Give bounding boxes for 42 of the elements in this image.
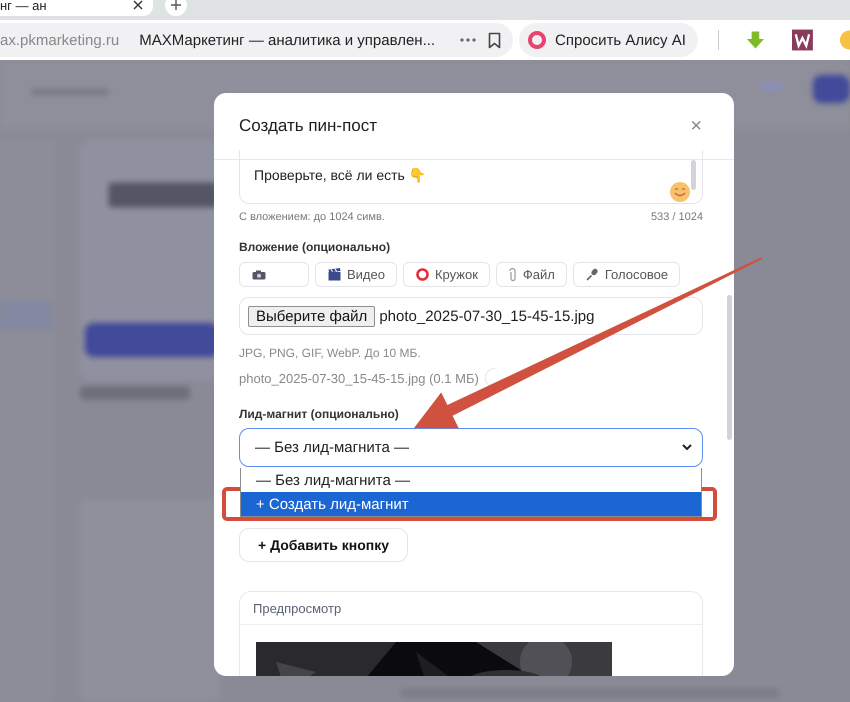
plus-icon xyxy=(171,0,181,10)
card-title: Предпросмотр xyxy=(240,592,702,625)
new-tab-button[interactable] xyxy=(165,0,187,16)
paperclip-icon xyxy=(508,268,517,282)
smiley-icon[interactable] xyxy=(670,182,690,202)
attachment-type-button[interactable]: Видео xyxy=(315,262,397,287)
attachment-type-button[interactable]: Голосовое xyxy=(572,262,680,287)
ask-alice-button[interactable]: Спросить Алису AI xyxy=(519,23,698,57)
format-hint: JPG, PNG, GIF, WebP. До 10 МБ. xyxy=(239,346,422,360)
scrollbar[interactable] xyxy=(727,295,732,440)
ring-icon xyxy=(416,268,429,281)
hint-text: С вложением: до 1024 симв. xyxy=(239,210,385,224)
more-icon[interactable] xyxy=(460,38,476,42)
url-text: ax.pkmarketing.ru xyxy=(0,32,120,48)
microphone-icon xyxy=(586,268,599,281)
chevron-down-icon xyxy=(682,444,692,451)
tab-title: нг — ан xyxy=(0,0,47,12)
close-icon[interactable] xyxy=(133,0,143,10)
file-info: photo_2025-07-30_15-45-15.jpg (0.1 МБ) xyxy=(239,370,479,386)
extension-icon[interactable] xyxy=(792,29,813,51)
message-field[interactable]: Проверьте, всё ли есть 👇 xyxy=(239,150,703,204)
camera-icon xyxy=(252,270,266,280)
message-text: Проверьте, всё ли есть 👇 xyxy=(254,167,426,183)
close-button[interactable]: × xyxy=(690,116,702,136)
dropdown-option[interactable]: + Создать лид-магнит xyxy=(241,492,701,516)
clapperboard-icon xyxy=(328,268,341,281)
address-bar[interactable]: ax.pkmarketing.ru MAXМаркетинг — аналитика и управлен... xyxy=(0,23,514,57)
choose-file-button[interactable]: Выберите файл xyxy=(248,306,376,326)
field-label: Вложение (опционально) xyxy=(239,240,392,254)
page-title: MAXМаркетинг — аналитика и управлен... xyxy=(139,32,436,48)
bookmark-icon[interactable] xyxy=(488,32,502,48)
select-value: — Без лид-магнита — xyxy=(255,439,409,456)
file-name: photo_2025-07-30_15-45-15.jpg xyxy=(379,308,594,324)
attachment-type-button[interactable]: Кружок xyxy=(402,262,490,287)
field-label: Лид-магнит (опционально) xyxy=(239,407,400,421)
attachment-type-button[interactable] xyxy=(239,262,309,287)
attachment-type-button[interactable]: Файл xyxy=(496,262,567,287)
ring-icon xyxy=(527,30,548,50)
scrollbar[interactable] xyxy=(691,160,696,190)
add-button[interactable]: + Добавить кнопку xyxy=(239,528,408,562)
character-counter: 533 / 1024 xyxy=(651,210,703,224)
dialog-title: Создать пин-пост xyxy=(239,116,378,136)
